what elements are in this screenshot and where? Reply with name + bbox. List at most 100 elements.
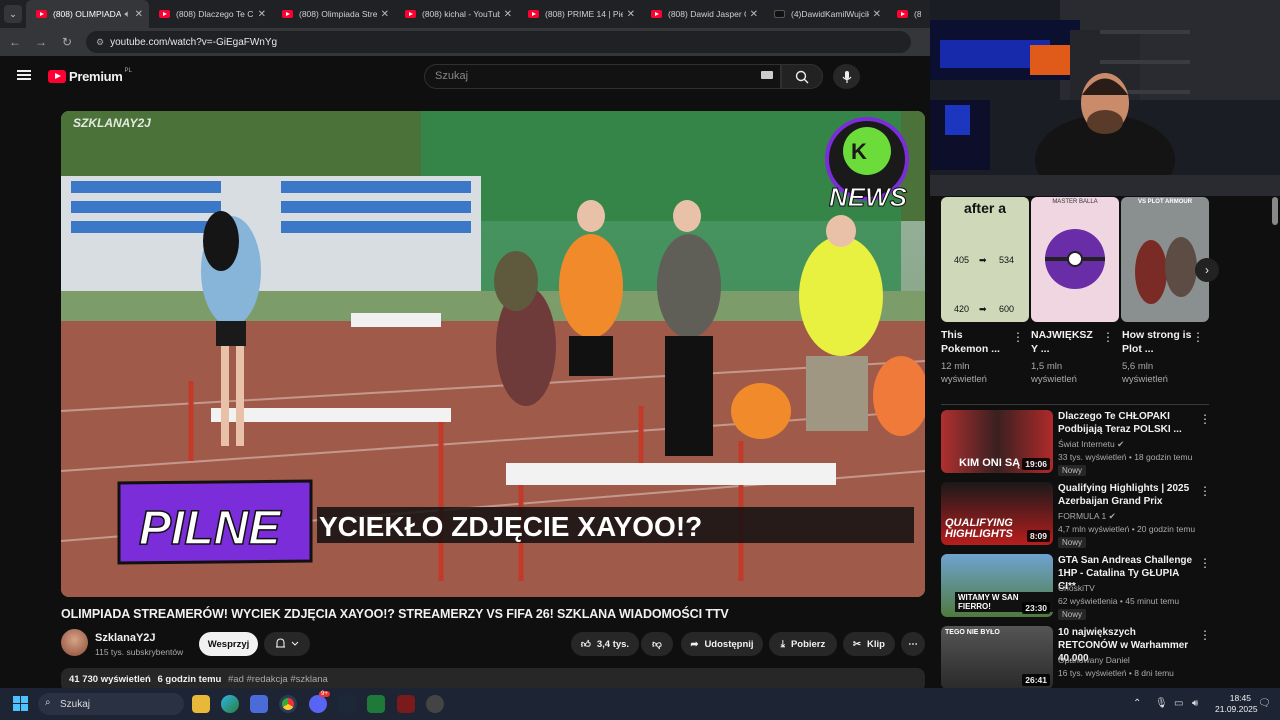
more-vertical-icon[interactable]: ⋮ (1102, 331, 1114, 343)
video-title[interactable]: Dlaczego Te CHŁOPAKI Podbijają Teraz POL… (1058, 410, 1194, 436)
more-vertical-icon[interactable]: ⋮ (1199, 412, 1211, 426)
scrollbar-thumb[interactable] (1272, 197, 1278, 225)
download-button[interactable]: ⤓ Pobierz (769, 632, 837, 656)
close-icon[interactable]: ✕ (750, 9, 758, 20)
video-title[interactable]: Qualifying Highlights | 2025 Azerbaijan … (1058, 482, 1194, 508)
edge-icon[interactable] (221, 695, 239, 713)
youtube-premium-logo[interactable]: Premium PL (48, 68, 132, 84)
notification-icon[interactable]: 🗨︎ (1258, 698, 1271, 709)
more-vertical-icon[interactable]: ⋮ (1199, 628, 1211, 642)
video-thumbnail[interactable]: WITAMY W SAN FIERRO! 23:30 (941, 554, 1053, 617)
close-icon[interactable]: ✕ (873, 9, 881, 20)
short-thumbnail-0[interactable]: after a 405 ➡ 534 420 ➡ 600 (941, 197, 1029, 322)
channel-name[interactable]: ChoskiTV (1058, 583, 1095, 593)
recommended-video-2[interactable]: WITAMY W SAN FIERRO! 23:30 GTA San Andre… (941, 554, 1211, 620)
video-meta: 16 tys. wyświetleń • 8 dni temu (1058, 668, 1174, 678)
youtube-icon (159, 10, 170, 18)
search-input[interactable]: Szukaj (424, 64, 781, 89)
steam-icon[interactable] (338, 695, 356, 713)
like-button[interactable]: 👍︎ 3,4 tys. (571, 632, 639, 656)
tab-1[interactable]: (808) Dlaczego Te CH ✕ (149, 0, 272, 28)
more-vertical-icon[interactable]: ⋮ (1199, 484, 1211, 498)
channel-avatar[interactable] (61, 629, 88, 656)
tab-5[interactable]: (808) Dawid Jasper O ✕ (641, 0, 764, 28)
tab-4[interactable]: (808) PRIME 14 | Pier ✕ (518, 0, 641, 28)
webcam-overlay (930, 0, 1280, 196)
start-button[interactable] (13, 696, 29, 712)
video-thumbnail[interactable]: QUALIFYING HIGHLIGHTS 8:09 (941, 482, 1053, 545)
short-thumbnail-2[interactable]: VS PLOT ARMOUR (1121, 197, 1209, 322)
video-thumbnail[interactable]: TEGO NIE BYŁO 26:41 (941, 626, 1053, 689)
mute-icon[interactable]: 🔈︎ (125, 9, 131, 20)
channel-name[interactable]: Opanowany Daniel (1058, 655, 1130, 665)
discord-icon[interactable]: 9+ (309, 691, 330, 713)
file-explorer-icon[interactable] (192, 695, 210, 713)
recommended-video-3[interactable]: TEGO NIE BYŁO 26:41 10 największych RETC… (941, 626, 1211, 692)
voice-search-button[interactable] (833, 64, 860, 89)
clip-button[interactable]: ✂ Klip (843, 632, 895, 656)
tab-search-button[interactable]: ⌄ (4, 5, 22, 23)
chevron-right-icon[interactable]: › (1195, 258, 1219, 282)
url-field[interactable]: ⚙ youtube.com/watch?v=-GiEgaFWnYg (86, 31, 911, 53)
tab-2[interactable]: (808) Olimpiada Strea ✕ (272, 0, 395, 28)
youtube-icon (282, 10, 293, 18)
search-button[interactable] (781, 64, 823, 89)
video-duration: 19:06 (1022, 458, 1050, 470)
divider (941, 404, 1209, 405)
arrow-icon: ➡ (979, 255, 987, 265)
short-thumbnail-1[interactable]: MASTER BALLA (1031, 197, 1119, 322)
dislike-button[interactable]: 👎︎ (641, 632, 673, 656)
recommended-video-0[interactable]: KIM ONI SĄ 19:06 Dlaczego Te CHŁOPAKI Po… (941, 410, 1211, 476)
close-icon[interactable]: ✕ (381, 9, 389, 20)
close-icon[interactable]: ✕ (504, 9, 512, 20)
obs-icon[interactable] (426, 695, 444, 713)
more-vertical-icon[interactable]: ⋮ (1199, 556, 1211, 570)
close-icon[interactable]: ✕ (627, 9, 635, 20)
back-icon[interactable]: ← (2, 35, 28, 49)
video-meta: 4,7 mln wyświetleń • 20 godzin temu (1058, 524, 1196, 534)
microphone-icon[interactable]: 🎙︎ (1155, 698, 1168, 709)
bell-icon (276, 638, 299, 648)
reload-icon[interactable]: ↻ (54, 35, 80, 49)
chrome-icon[interactable] (279, 695, 297, 713)
short-title-0[interactable]: This Pokemon ... (941, 328, 1011, 356)
description-box[interactable]: 41 730 wyświetleń 6 godzin temu #ad #red… (61, 668, 925, 688)
short-title-2[interactable]: How strong is Plot ... (1122, 328, 1192, 356)
more-actions-button[interactable]: ⋯ (901, 632, 925, 656)
chevron-up-icon[interactable]: ⌃ (1133, 698, 1141, 709)
support-button[interactable]: Wesprzyj (199, 632, 258, 656)
channel-name[interactable]: FORMULA 1 ✔ (1058, 511, 1116, 522)
notifications-button[interactable] (264, 632, 310, 656)
channel-name[interactable]: Świat Internetu ✔ (1058, 439, 1124, 450)
share-button[interactable]: ➦ Udostępnij (681, 632, 763, 656)
tab-6[interactable]: (4)DawidKamilWujcik ✕ (764, 0, 887, 28)
forward-icon[interactable]: → (28, 35, 54, 49)
taskbar-search[interactable]: ⌕ Szukaj (38, 693, 184, 715)
video-duration: 23:30 (1022, 602, 1050, 614)
site-info-icon[interactable]: ⚙ (96, 37, 104, 48)
subscriber-count: 115 tys. subskrybentów (95, 647, 184, 657)
tab-3[interactable]: (808) kichal - YouTub ✕ (395, 0, 518, 28)
recommended-video-1[interactable]: QUALIFYING HIGHLIGHTS 8:09 Qualifying Hi… (941, 482, 1211, 548)
volume-icon[interactable]: 🔊︎ (1192, 698, 1198, 709)
monitor-icon[interactable]: ▭ (1174, 698, 1183, 709)
tab-0[interactable]: (808) OLIMPIADA 🔈︎ ✕ (26, 0, 149, 28)
more-vertical-icon[interactable]: ⋮ (1012, 331, 1024, 343)
close-icon[interactable]: ✕ (258, 9, 266, 20)
new-badge: Nowy (1058, 537, 1087, 548)
close-icon[interactable]: ✕ (135, 9, 143, 20)
excel-icon[interactable] (367, 695, 385, 713)
video-thumbnail[interactable]: KIM ONI SĄ 19:06 (941, 410, 1053, 473)
short-title-1[interactable]: NAJWIĘKSZ Y ... (1031, 328, 1101, 356)
tab-7[interactable]: (808) (887, 0, 927, 28)
video-player[interactable]: K SZKLANAY2J NEWS PILNE YCIEKŁO ZDJĘCIE … (61, 111, 925, 597)
channel-name[interactable]: SzklanaY2J (95, 632, 156, 644)
hamburger-menu-icon[interactable] (17, 70, 31, 80)
clock[interactable]: 18:45 21.09.2025 (1215, 693, 1258, 715)
game-app-icon[interactable] (397, 695, 415, 713)
short-views-2: 5,6 mln wyświetleń (1122, 361, 1168, 385)
master-ball-icon (1045, 229, 1105, 289)
more-vertical-icon[interactable]: ⋮ (1192, 331, 1204, 343)
keyboard-icon[interactable] (761, 71, 773, 79)
store-icon[interactable] (250, 695, 268, 713)
